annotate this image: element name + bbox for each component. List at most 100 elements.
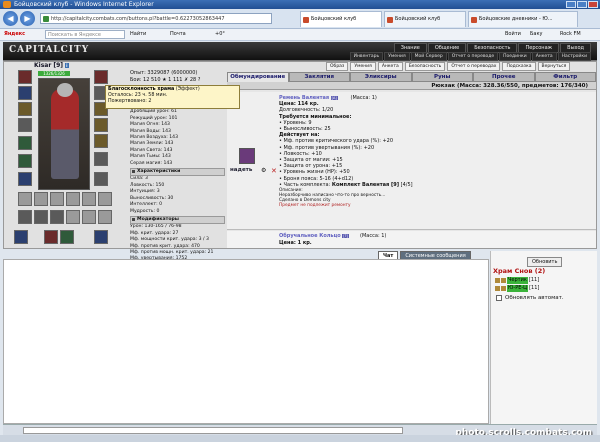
belt-item-slot-1[interactable] xyxy=(18,192,32,206)
submenu-settings[interactable]: Настройки xyxy=(557,52,591,61)
belt-slot[interactable] xyxy=(18,172,32,186)
characteristics-header[interactable]: Характеристики xyxy=(130,168,225,177)
character-name[interactable]: Kisar [9] i xyxy=(34,62,69,69)
tab-runes[interactable]: Руны xyxy=(411,72,473,82)
item-description: Ремень Валентая [A] (Масса: 1) Цена: 114… xyxy=(279,95,584,209)
weapon-slot[interactable] xyxy=(18,118,32,132)
maximize-button[interactable] xyxy=(577,1,587,8)
user-row[interactable]: Чертик [11] xyxy=(495,277,539,284)
submenu-battles[interactable]: Поединки xyxy=(499,52,531,61)
mail-button[interactable]: Почта xyxy=(170,29,186,40)
submenu-transfer-report[interactable]: Отчет о переводе xyxy=(447,52,499,61)
spell-slot-2[interactable] xyxy=(34,210,48,224)
browser-tab-3[interactable]: Бойцовские дневники - Ю... xyxy=(468,11,578,27)
transfers-button[interactable]: Отчет о переводах xyxy=(447,62,501,71)
auto-update-option[interactable]: Обновлять автомат. xyxy=(496,295,564,301)
submenu-inventory[interactable]: Инвентарь xyxy=(349,52,384,61)
image-button[interactable]: Образ xyxy=(326,62,349,71)
set-label: • Часть комплекта: xyxy=(279,181,331,188)
address-bar[interactable]: http://capitalcity.combats.com/buttons.p… xyxy=(40,13,272,24)
browser-tab-1[interactable]: Бойцовский клуб xyxy=(300,11,382,27)
browser-toolbar: Яндекс Поискать в Яндексе Найти Почта +0… xyxy=(0,29,600,41)
stats-block: Рубящий урон: 94 Дробящий урон: 61 Режущ… xyxy=(130,82,225,263)
helmet-slot[interactable] xyxy=(18,70,32,84)
info-icon[interactable]: i xyxy=(65,63,69,68)
inventory-item: Обручальное Кольцо [?] (Масса: 1) Цена: … xyxy=(227,231,596,248)
auto-update-checkbox[interactable] xyxy=(496,295,502,301)
rune-slot-4[interactable] xyxy=(94,230,108,244)
cloak-slot[interactable] xyxy=(18,154,32,168)
spell-slot-6[interactable] xyxy=(98,210,112,224)
hint-button[interactable]: Подсказка xyxy=(502,62,536,71)
tab-other[interactable]: Прочее xyxy=(473,72,535,82)
boots-slot[interactable] xyxy=(94,172,108,186)
item-name[interactable]: Обручальное Кольцо xyxy=(279,233,341,239)
submenu-profile[interactable]: Анкета xyxy=(531,52,557,61)
rune-slot-1[interactable] xyxy=(14,230,28,244)
artifact-badge: [A] xyxy=(330,96,338,100)
yandex-logo: Яндекс xyxy=(4,31,26,37)
forward-button[interactable]: ▶ xyxy=(20,11,35,26)
user-name[interactable]: Чертик xyxy=(507,277,528,284)
shield-slot[interactable] xyxy=(94,152,108,166)
chat-sidebar: Обновить Храм Снов (2) Чертик [11] Ю-РЕ-… xyxy=(490,251,597,424)
tab-spells[interactable]: Заклятия xyxy=(288,72,350,82)
profile-button[interactable]: Анкета xyxy=(377,62,403,71)
armor-slot[interactable] xyxy=(18,136,32,150)
belt-item-slot-4[interactable] xyxy=(66,192,80,206)
game-body: Образ Умения Анкета Безопасность Отчет о… xyxy=(3,61,597,261)
spell-slot-4[interactable] xyxy=(66,210,80,224)
tooltip-title: Благосклонность храма xyxy=(108,87,175,92)
close-button[interactable] xyxy=(588,1,598,8)
equip-link[interactable]: надеть xyxy=(230,167,252,173)
refresh-button[interactable]: Обновить xyxy=(527,257,563,267)
belt-item-slot-6[interactable] xyxy=(98,192,112,206)
private-message-icon[interactable] xyxy=(495,278,500,283)
belt-item-icon[interactable] xyxy=(239,148,255,164)
radio-label[interactable]: Rock FM xyxy=(560,29,581,40)
tab-filter[interactable]: Фильтр xyxy=(534,72,596,82)
login-link[interactable]: Войти xyxy=(505,29,521,40)
modifiers-header[interactable]: Модификаторы xyxy=(130,215,225,225)
private-message-icon[interactable] xyxy=(495,286,500,291)
item-mass: (Масса: 1) xyxy=(360,233,387,239)
submenu-skills[interactable]: Умения xyxy=(384,52,410,61)
submenu-server[interactable]: Мой Сервер xyxy=(410,52,447,61)
spell-slot-5[interactable] xyxy=(82,210,96,224)
item-name[interactable]: Ремень Валентая xyxy=(279,95,329,101)
character-avatar[interactable] xyxy=(38,78,90,190)
rune-slot-2[interactable] xyxy=(44,230,58,244)
chat-input[interactable] xyxy=(23,427,403,434)
gloves-slot[interactable] xyxy=(94,70,108,84)
browser-tab-2[interactable]: Бойцовский клуб xyxy=(384,11,466,27)
earrings-slot[interactable] xyxy=(18,86,32,100)
find-button[interactable]: Найти xyxy=(130,29,146,40)
spell-slot-3[interactable] xyxy=(50,210,64,224)
gear-icon[interactable]: ⚙ xyxy=(261,167,266,174)
user-row[interactable]: Ю-РЕ-Ц [11] xyxy=(495,285,539,292)
return-button[interactable]: Вернуться xyxy=(537,62,571,71)
search-input[interactable]: Поискать в Яндексе xyxy=(45,30,125,39)
address-text: http://capitalcity.combats.com/buttons.p… xyxy=(51,16,225,22)
rune-slot-3[interactable] xyxy=(60,230,74,244)
delete-icon[interactable]: ✕ xyxy=(271,167,277,175)
skills-button[interactable]: Умения xyxy=(350,62,376,71)
item-badge: [?] xyxy=(342,234,349,238)
amulet-slot[interactable] xyxy=(18,102,32,116)
back-button[interactable]: ◀ xyxy=(3,11,18,26)
belt-item-slot-3[interactable] xyxy=(50,192,64,206)
tooltip-donated: Пожертвовано: 2 xyxy=(108,99,152,104)
set-name[interactable]: Комплект Валентая [9] xyxy=(332,182,399,188)
belt-item-slot-5[interactable] xyxy=(82,192,96,206)
tab-elixirs[interactable]: Эликсиры xyxy=(350,72,412,82)
tab-equipment[interactable]: Обмундирование xyxy=(227,72,289,82)
ring-slot-3[interactable] xyxy=(94,134,108,148)
security-button[interactable]: Безопасность xyxy=(404,62,446,71)
chat-area[interactable] xyxy=(3,259,489,424)
minimize-button[interactable] xyxy=(566,1,576,8)
game-submenu: Инвентарь Умения Мой Сервер Отчет о пере… xyxy=(349,52,591,61)
ring-slot-2[interactable] xyxy=(94,118,108,132)
spell-slot-1[interactable] xyxy=(18,210,32,224)
user-name[interactable]: Ю-РЕ-Ц xyxy=(507,285,529,292)
belt-item-slot-2[interactable] xyxy=(34,192,48,206)
